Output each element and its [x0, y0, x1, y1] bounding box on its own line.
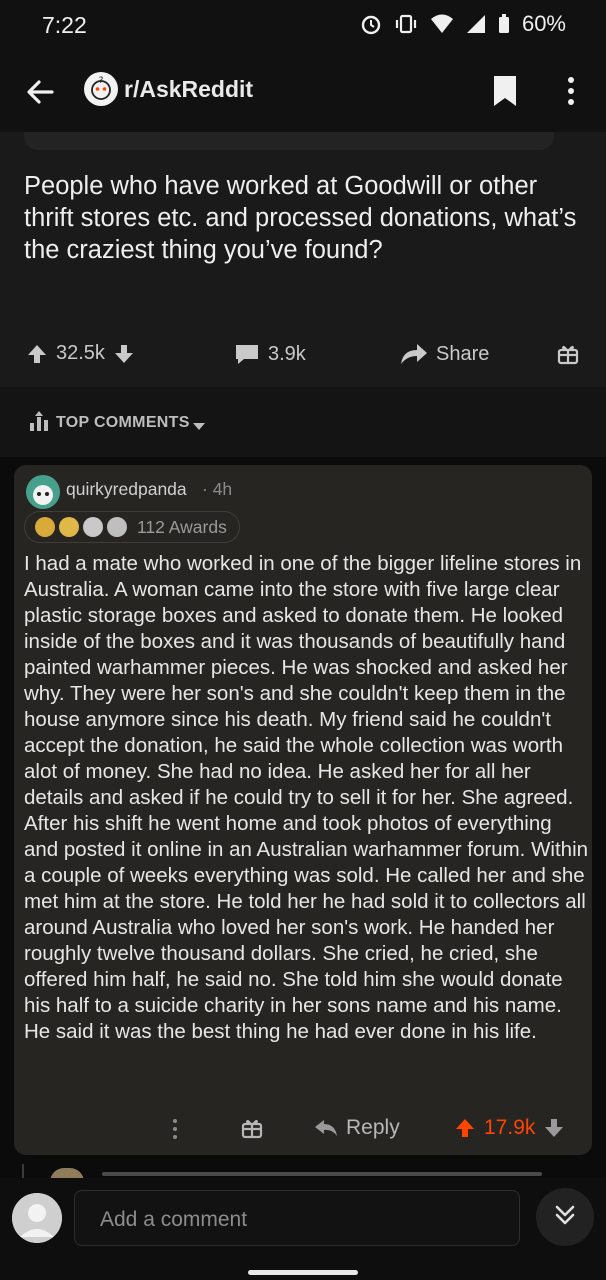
award-icon — [59, 517, 79, 537]
home-indicator[interactable] — [248, 1270, 358, 1275]
post-action-bar: 32.5k 3.9k Share — [0, 338, 606, 374]
award-icon — [107, 517, 127, 537]
add-comment-placeholder: Add a comment — [100, 1208, 248, 1231]
svg-text:?: ? — [99, 76, 104, 86]
share-arrow-icon — [400, 342, 428, 366]
comments-button[interactable]: 3.9k — [234, 342, 306, 366]
battery-level: 60% — [521, 11, 566, 36]
award-icon — [83, 517, 103, 537]
comment-gift-icon[interactable] — [240, 1116, 264, 1140]
comment-bubble-icon — [234, 342, 260, 366]
downvote-icon[interactable] — [113, 343, 135, 365]
subreddit-name[interactable]: r/AskReddit — [124, 76, 253, 103]
comment-author[interactable]: quirkyredpanda — [66, 479, 187, 500]
more-options-icon[interactable] — [556, 72, 586, 110]
upvote-active-icon[interactable] — [454, 1117, 476, 1139]
comment-card: quirkyredpanda · 4h 112 Awards I had a m… — [14, 465, 592, 1155]
comment-more-icon[interactable] — [170, 1116, 180, 1142]
reply-label: Reply — [346, 1116, 400, 1139]
comment-age-value: 4h — [212, 479, 233, 499]
reply-button[interactable]: Reply — [314, 1116, 400, 1140]
share-button[interactable]: Share — [400, 342, 489, 366]
next-comment-peek — [22, 1164, 562, 1182]
chevron-down-icon — [193, 418, 205, 436]
app-bar: ? r/AskReddit — [0, 50, 606, 132]
comment-vote-group: 17.9k — [454, 1116, 565, 1140]
signal-icon — [466, 14, 486, 34]
comment-body: I had a mate who worked in one of the bi… — [24, 552, 589, 1043]
awards-chip[interactable]: 112 Awards — [24, 511, 240, 543]
post-title: People who have worked at Goodwill or ot… — [24, 172, 577, 264]
status-time: 7:22 — [42, 12, 87, 38]
comment-count: 3.9k — [268, 342, 306, 365]
post-vote-group: 32.5k — [26, 342, 135, 365]
reply-arrow-icon — [314, 1118, 338, 1138]
post-chip-peek — [24, 132, 554, 150]
next-comment-text-peek — [102, 1172, 542, 1176]
status-icons: 60% — [360, 11, 566, 37]
user-avatar[interactable] — [12, 1193, 62, 1243]
comment-sort-bar[interactable]: TOP COMMENTS — [0, 387, 606, 457]
bottom-bar: Add a comment — [0, 1178, 606, 1280]
post-score: 32.5k — [56, 342, 105, 364]
comment-action-bar: Reply 17.9k — [14, 1110, 592, 1150]
bookmark-icon[interactable] — [490, 72, 520, 110]
double-chevron-down-icon — [553, 1203, 577, 1232]
award-button[interactable] — [556, 342, 580, 366]
comment-age: · 4h — [202, 479, 233, 499]
gift-icon — [556, 342, 580, 366]
upvote-icon[interactable] — [26, 343, 48, 365]
battery-icon — [498, 14, 510, 34]
vibrate-icon — [394, 14, 418, 34]
share-label: Share — [436, 342, 490, 365]
thread-line — [22, 1164, 24, 1178]
award-icon — [35, 517, 55, 537]
back-arrow-icon[interactable] — [22, 74, 58, 110]
status-bar: 7:22 60% — [0, 0, 606, 50]
sort-bars-icon — [28, 411, 50, 438]
wifi-icon — [430, 14, 454, 34]
subreddit-avatar-icon[interactable]: ? — [84, 72, 118, 106]
alarm-icon — [360, 13, 382, 35]
commenter-avatar[interactable] — [26, 475, 60, 509]
awards-count: 112 Awards — [137, 516, 227, 537]
add-comment-input[interactable]: Add a comment — [74, 1190, 520, 1246]
comment-score: 17.9k — [484, 1116, 536, 1139]
jump-down-button[interactable] — [536, 1188, 594, 1246]
downvote-icon[interactable] — [543, 1117, 565, 1139]
sort-label: TOP COMMENTS — [56, 414, 190, 431]
